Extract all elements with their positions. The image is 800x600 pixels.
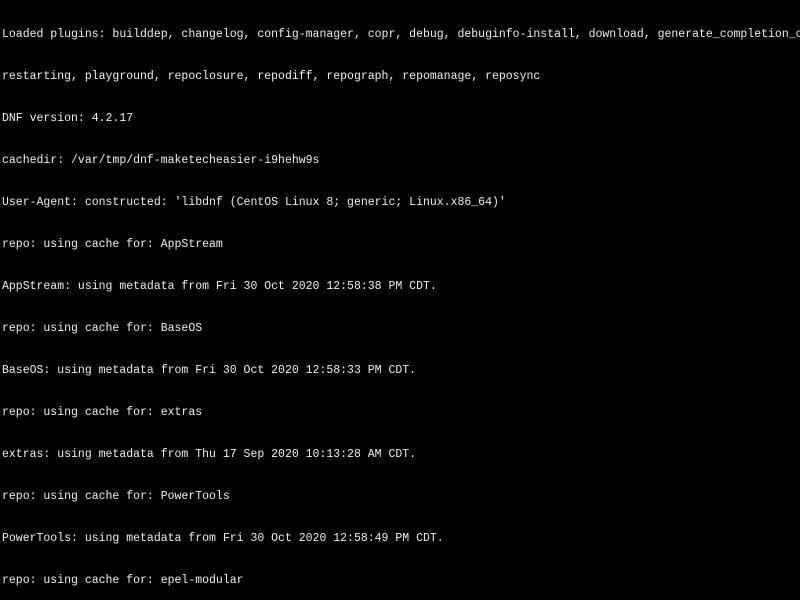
terminal-output[interactable]: Loaded plugins: builddep, changelog, con… — [0, 0, 800, 600]
preamble-line: extras: using metadata from Thu 17 Sep 2… — [2, 448, 798, 462]
preamble-line: repo: using cache for: extras — [2, 406, 798, 420]
preamble-line: DNF version: 4.2.17 — [2, 112, 798, 126]
preamble-line: restarting, playground, repoclosure, rep… — [2, 70, 798, 84]
preamble-line: Loaded plugins: builddep, changelog, con… — [2, 28, 798, 42]
preamble-line: User-Agent: constructed: 'libdnf (CentOS… — [2, 196, 798, 210]
preamble-line: AppStream: using metadata from Fri 30 Oc… — [2, 280, 798, 294]
preamble-line: cachedir: /var/tmp/dnf-maketecheasier-i9… — [2, 154, 798, 168]
preamble-line: repo: using cache for: BaseOS — [2, 322, 798, 336]
preamble-line: BaseOS: using metadata from Fri 30 Oct 2… — [2, 364, 798, 378]
preamble-line: repo: using cache for: PowerTools — [2, 490, 798, 504]
preamble-line: repo: using cache for: AppStream — [2, 238, 798, 252]
preamble-line: repo: using cache for: epel-modular — [2, 574, 798, 588]
preamble-line: PowerTools: using metadata from Fri 30 O… — [2, 532, 798, 546]
